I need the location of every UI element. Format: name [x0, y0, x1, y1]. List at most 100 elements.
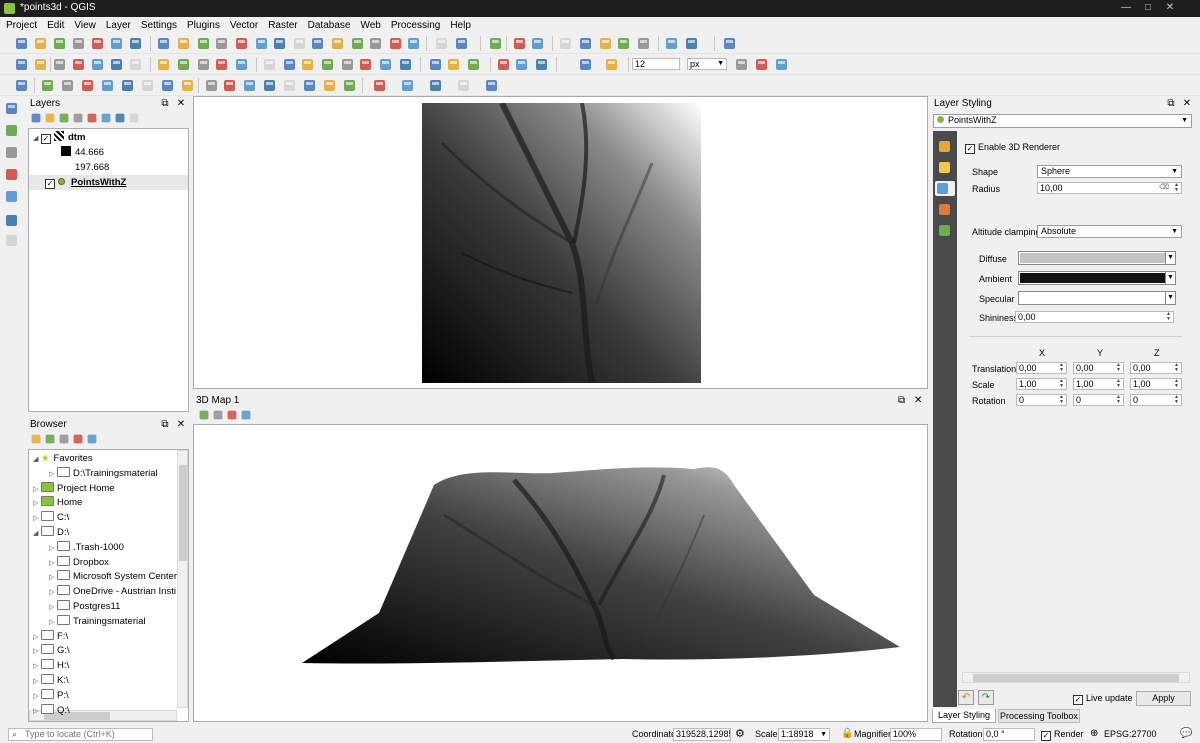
- close-panel-icon[interactable]: ✕: [1182, 97, 1192, 111]
- expand-arrow-icon[interactable]: ▷: [33, 482, 41, 497]
- map3d-canvas[interactable]: [193, 424, 928, 722]
- spinner-icon[interactable]: ▲ ▼: [1115, 363, 1122, 373]
- new-bookmark-icon[interactable]: [310, 36, 325, 51]
- digitize-icon[interactable]: [52, 57, 67, 72]
- messages-icon[interactable]: 💬: [1180, 725, 1192, 743]
- enable-3d-checkbox[interactable]: ✓: [965, 144, 975, 154]
- save-project-icon[interactable]: [52, 36, 67, 51]
- globe-icon[interactable]: ⊕: [1090, 725, 1098, 743]
- expand-arrow-icon[interactable]: ▷: [33, 689, 41, 704]
- ambient-color-button[interactable]: [1018, 271, 1176, 285]
- expand-arrow-icon[interactable]: ▷: [33, 511, 41, 526]
- maximize-button[interactable]: □: [1140, 1, 1156, 15]
- advanced-digitize-icon[interactable]: [204, 78, 219, 93]
- browser-item[interactable]: ▷ OneDrive - Austrian Insti: [49, 584, 176, 599]
- attribute-table-icon[interactable]: [434, 36, 449, 51]
- lock-icon[interactable]: 🔒: [841, 725, 853, 743]
- spinner-icon[interactable]: ▲ ▼: [1173, 183, 1180, 193]
- expand-arrow-icon[interactable]: ▷: [33, 704, 41, 719]
- add-layer-icon[interactable]: [4, 167, 19, 182]
- digitize-icon[interactable]: [514, 57, 529, 72]
- sum-icon[interactable]: [488, 36, 503, 51]
- digitize-icon[interactable]: [754, 57, 769, 72]
- layout-manager-icon[interactable]: [109, 36, 124, 51]
- menu-database[interactable]: Database: [303, 17, 356, 33]
- tab-processing-toolbox[interactable]: Processing Toolbox: [998, 709, 1080, 723]
- digitize-icon[interactable]: [428, 57, 443, 72]
- measure-icon[interactable]: [388, 36, 403, 51]
- advanced-digitize-icon[interactable]: [80, 78, 95, 93]
- layer-dtm[interactable]: ◢ ✓ dtm: [33, 130, 85, 145]
- zoom-in-icon[interactable]: [176, 36, 191, 51]
- 3d-view-tab-icon[interactable]: [935, 181, 955, 196]
- digitize-icon[interactable]: [578, 57, 593, 72]
- panel-tool-icon[interactable]: [86, 433, 98, 445]
- live-update-checkbox[interactable]: ✓: [1073, 695, 1083, 705]
- translation-z-input[interactable]: 0,00 ▲ ▼: [1130, 362, 1182, 374]
- digitize-icon[interactable]: [90, 57, 105, 72]
- scrollbar-thumb[interactable]: [179, 465, 187, 561]
- menu-processing[interactable]: Processing: [386, 17, 445, 33]
- digitize-icon[interactable]: [262, 57, 277, 72]
- advanced-digitize-icon[interactable]: [322, 78, 337, 93]
- zoom-to-selection-icon[interactable]: [234, 36, 249, 51]
- panel-tool-icon[interactable]: [30, 112, 42, 124]
- advanced-digitize-icon[interactable]: [140, 78, 155, 93]
- add-layer-icon[interactable]: [4, 123, 19, 138]
- chevron-down-icon[interactable]: ▼: [1165, 271, 1176, 285]
- advanced-digitize-icon[interactable]: [400, 78, 415, 93]
- advanced-digitize-icon[interactable]: [60, 78, 75, 93]
- menu-settings[interactable]: Settings: [136, 17, 182, 33]
- browser-vertical-scrollbar[interactable]: [177, 450, 188, 708]
- open-project-icon[interactable]: [578, 36, 593, 51]
- digitize-icon[interactable]: [358, 57, 373, 72]
- print-layout-icon[interactable]: [636, 36, 651, 51]
- browser-item[interactable]: ◢ ★ Favorites: [33, 451, 93, 466]
- scale-z-input[interactable]: 1,00 ▲ ▼: [1130, 378, 1182, 390]
- zoom-last-icon[interactable]: [272, 36, 287, 51]
- zoom-out-icon[interactable]: [196, 36, 211, 51]
- browser-item[interactable]: ▷ F:\: [33, 629, 68, 644]
- redo-style-button[interactable]: ↷: [978, 690, 994, 705]
- radius-input[interactable]: 10,00 ⌫ ▲ ▼: [1037, 182, 1182, 194]
- clear-icon[interactable]: ⌫: [1159, 183, 1169, 193]
- panel-tool-icon[interactable]: [212, 409, 224, 421]
- digitize-icon[interactable]: [33, 57, 48, 72]
- digitize-icon[interactable]: [340, 57, 355, 72]
- digitize-icon[interactable]: [604, 57, 619, 72]
- map-canvas[interactable]: [193, 96, 928, 389]
- digitize-icon[interactable]: [300, 57, 315, 72]
- browser-item[interactable]: ▷ Home: [33, 495, 82, 510]
- add-layer-icon[interactable]: [4, 213, 19, 228]
- spinner-icon[interactable]: ▲ ▼: [1173, 395, 1180, 405]
- menu-edit[interactable]: Edit: [42, 17, 69, 33]
- browser-item[interactable]: ▷ Trainingsmaterial: [49, 614, 146, 629]
- open-project-icon[interactable]: [33, 36, 48, 51]
- advanced-digitize-icon[interactable]: [160, 78, 175, 93]
- panel-tool-icon[interactable]: [128, 112, 140, 124]
- layer-visibility-checkbox[interactable]: ✓: [41, 134, 51, 144]
- shape-select[interactable]: Sphere ▼: [1037, 165, 1182, 178]
- enable-3d-option[interactable]: ✓ Enable 3D Renderer: [965, 142, 1060, 154]
- live-update-option[interactable]: ✓ Live update: [1073, 693, 1133, 705]
- advanced-digitize-icon[interactable]: [242, 78, 257, 93]
- translation-y-input[interactable]: 0,00 ▲ ▼: [1073, 362, 1124, 374]
- browser-item[interactable]: ▷ P:\: [33, 688, 69, 703]
- panel-tool-icon[interactable]: [226, 409, 238, 421]
- spinner-icon[interactable]: ▲ ▼: [1165, 312, 1172, 322]
- field-calculator-icon[interactable]: [454, 36, 469, 51]
- new-project-icon[interactable]: [558, 36, 573, 51]
- shininess-input[interactable]: 0,00 ▲ ▼: [1015, 311, 1174, 323]
- expand-arrow-icon[interactable]: ▷: [33, 659, 41, 674]
- browser-item[interactable]: ▷ Q:\: [33, 703, 70, 718]
- advanced-digitize-icon[interactable]: [120, 78, 135, 93]
- history-tab-icon[interactable]: [937, 223, 952, 238]
- print-layout-icon[interactable]: [90, 36, 105, 51]
- menu-vector[interactable]: Vector: [225, 17, 263, 33]
- refresh-icon[interactable]: [350, 36, 365, 51]
- tips-icon[interactable]: [512, 36, 527, 51]
- close-window-button[interactable]: ✕: [1162, 1, 1178, 15]
- browser-item[interactable]: ▷ G:\: [33, 643, 70, 658]
- browser-item[interactable]: ▷ Microsoft System Center: [49, 569, 177, 584]
- digitize-icon[interactable]: [446, 57, 461, 72]
